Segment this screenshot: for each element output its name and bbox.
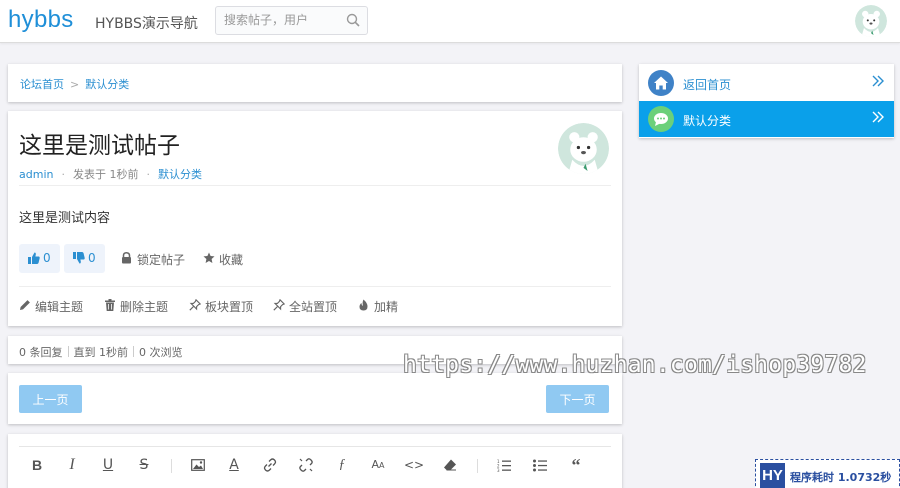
thumbs-down-icon	[73, 252, 85, 264]
quote-icon[interactable]: “	[566, 455, 586, 475]
post-stats: 0 条回复 直到 1秒前 0 次浏览	[19, 344, 183, 360]
next-page-button[interactable]: 下一页	[546, 385, 609, 413]
pager-card: 上一页 下一页	[8, 373, 622, 424]
delete-topic-label: 删除主题	[120, 300, 169, 314]
double-chevron-right-icon	[872, 75, 884, 87]
breadcrumb: 论坛首页 > 默认分类	[20, 76, 129, 92]
font-family-icon[interactable]: ƒ	[332, 455, 352, 475]
delete-topic-button[interactable]: 删除主题	[104, 298, 174, 314]
double-chevron-right-icon	[872, 111, 884, 123]
reply-editor: B I U S A ƒ AA <> 123 “	[8, 434, 622, 488]
post-content: 这里是测试内容	[19, 211, 111, 226]
ordered-list-icon[interactable]: 123	[494, 455, 514, 475]
lock-icon	[122, 252, 131, 264]
timer-badge: HY	[760, 463, 785, 488]
post-meta: admin · 发表于 1秒前 · 默认分类	[19, 166, 202, 182]
divider	[19, 185, 611, 186]
dislike-count: 0	[88, 251, 96, 265]
sidebar-item-home[interactable]: 返回首页	[639, 65, 894, 101]
sidebar-item-label: 返回首页	[683, 78, 732, 92]
dislike-button[interactable]: 0	[64, 244, 105, 273]
sidebar-item-default-category[interactable]: 默认分类	[639, 101, 894, 137]
underline-icon[interactable]: U	[98, 455, 118, 475]
code-icon[interactable]: <>	[404, 455, 424, 475]
star-icon	[203, 252, 215, 263]
favorite-button[interactable]: 收藏	[203, 251, 248, 267]
pin-site-button[interactable]: 全站置顶	[273, 298, 343, 314]
chat-bubble-icon	[648, 106, 674, 132]
search-icon[interactable]	[346, 13, 360, 27]
post-title: 这里是测试帖子	[19, 133, 180, 159]
meta-dot: ·	[146, 168, 150, 181]
thumbs-up-icon	[28, 252, 40, 264]
pin-board-label: 板块置顶	[205, 300, 254, 314]
like-button[interactable]: 0	[19, 244, 60, 273]
unordered-list-icon[interactable]	[530, 455, 550, 475]
breadcrumb-category-link[interactable]: 默认分类	[85, 78, 129, 91]
post-author-link[interactable]: admin	[19, 168, 53, 181]
feature-label: 加精	[374, 300, 399, 314]
divider	[19, 286, 611, 287]
pin-board-button[interactable]: 板块置顶	[189, 298, 259, 314]
link-icon[interactable]	[260, 455, 280, 475]
trash-icon	[105, 299, 115, 311]
image-icon[interactable]	[188, 455, 208, 475]
toolbar-separator	[171, 459, 172, 473]
lock-post-button[interactable]: 锁定帖子	[121, 251, 191, 267]
meta-dot: ·	[61, 168, 65, 181]
search-box	[215, 6, 368, 35]
breadcrumb-separator: >	[70, 78, 80, 91]
strikethrough-icon[interactable]: S	[134, 455, 154, 475]
post-category-link[interactable]: 默认分类	[158, 168, 202, 181]
sidebar-item-label: 默认分类	[683, 114, 732, 128]
edit-topic-button[interactable]: 编辑主题	[19, 298, 89, 314]
font-color-icon[interactable]: A	[224, 455, 244, 475]
eraser-icon[interactable]	[440, 455, 460, 475]
stats-divider	[67, 346, 69, 357]
font-size-icon[interactable]: AA	[368, 455, 388, 475]
editor-toolbar: B I U S A ƒ AA <> 123 “	[19, 446, 611, 482]
pencil-icon	[20, 300, 30, 310]
edit-topic-label: 编辑主题	[35, 300, 84, 314]
italic-icon[interactable]: I	[62, 455, 82, 475]
lock-post-label: 锁定帖子	[137, 253, 186, 267]
post-time: 发表于 1秒前	[72, 168, 139, 181]
unlink-icon[interactable]	[296, 455, 316, 475]
execution-timer: HY 程序耗时 1.0732秒	[755, 459, 900, 488]
pin-icon	[273, 299, 285, 311]
author-avatar[interactable]	[558, 123, 609, 174]
home-icon	[648, 70, 674, 96]
search-input[interactable]	[224, 13, 344, 27]
watermark: https://www.huzhan.com/ishop39782	[403, 352, 867, 378]
flame-icon	[359, 299, 368, 311]
last-activity: 直到 1秒前	[73, 346, 129, 359]
view-count: 0 次浏览	[139, 346, 183, 359]
site-nav-link[interactable]: HYBBS演示导航	[95, 13, 198, 33]
post-card: 这里是测试帖子 admin · 发表于 1秒前 · 默认分类 这里是测试内容 0 0 锁…	[8, 111, 622, 326]
timer-label: 程序耗时 1.0732秒	[790, 471, 892, 484]
stats-divider	[133, 346, 134, 357]
site-logo[interactable]: hybbs	[8, 6, 74, 34]
prev-page-button[interactable]: 上一页	[19, 385, 82, 413]
top-header: hybbs HYBBS演示导航	[0, 0, 900, 43]
like-count: 0	[43, 251, 51, 265]
bold-icon[interactable]: B	[27, 455, 47, 475]
pin-icon	[189, 299, 201, 311]
toolbar-separator	[477, 459, 478, 473]
svg-text:3: 3	[497, 468, 500, 472]
sidebar: 返回首页 默认分类	[639, 64, 894, 138]
reply-count: 0 条回复	[19, 346, 63, 359]
feature-button[interactable]: 加精	[358, 298, 403, 314]
user-avatar[interactable]	[855, 5, 887, 37]
breadcrumb-card: 论坛首页 > 默认分类	[8, 64, 622, 102]
pin-site-label: 全站置顶	[289, 300, 338, 314]
breadcrumb-home-link[interactable]: 论坛首页	[20, 78, 64, 91]
favorite-label: 收藏	[219, 253, 244, 267]
